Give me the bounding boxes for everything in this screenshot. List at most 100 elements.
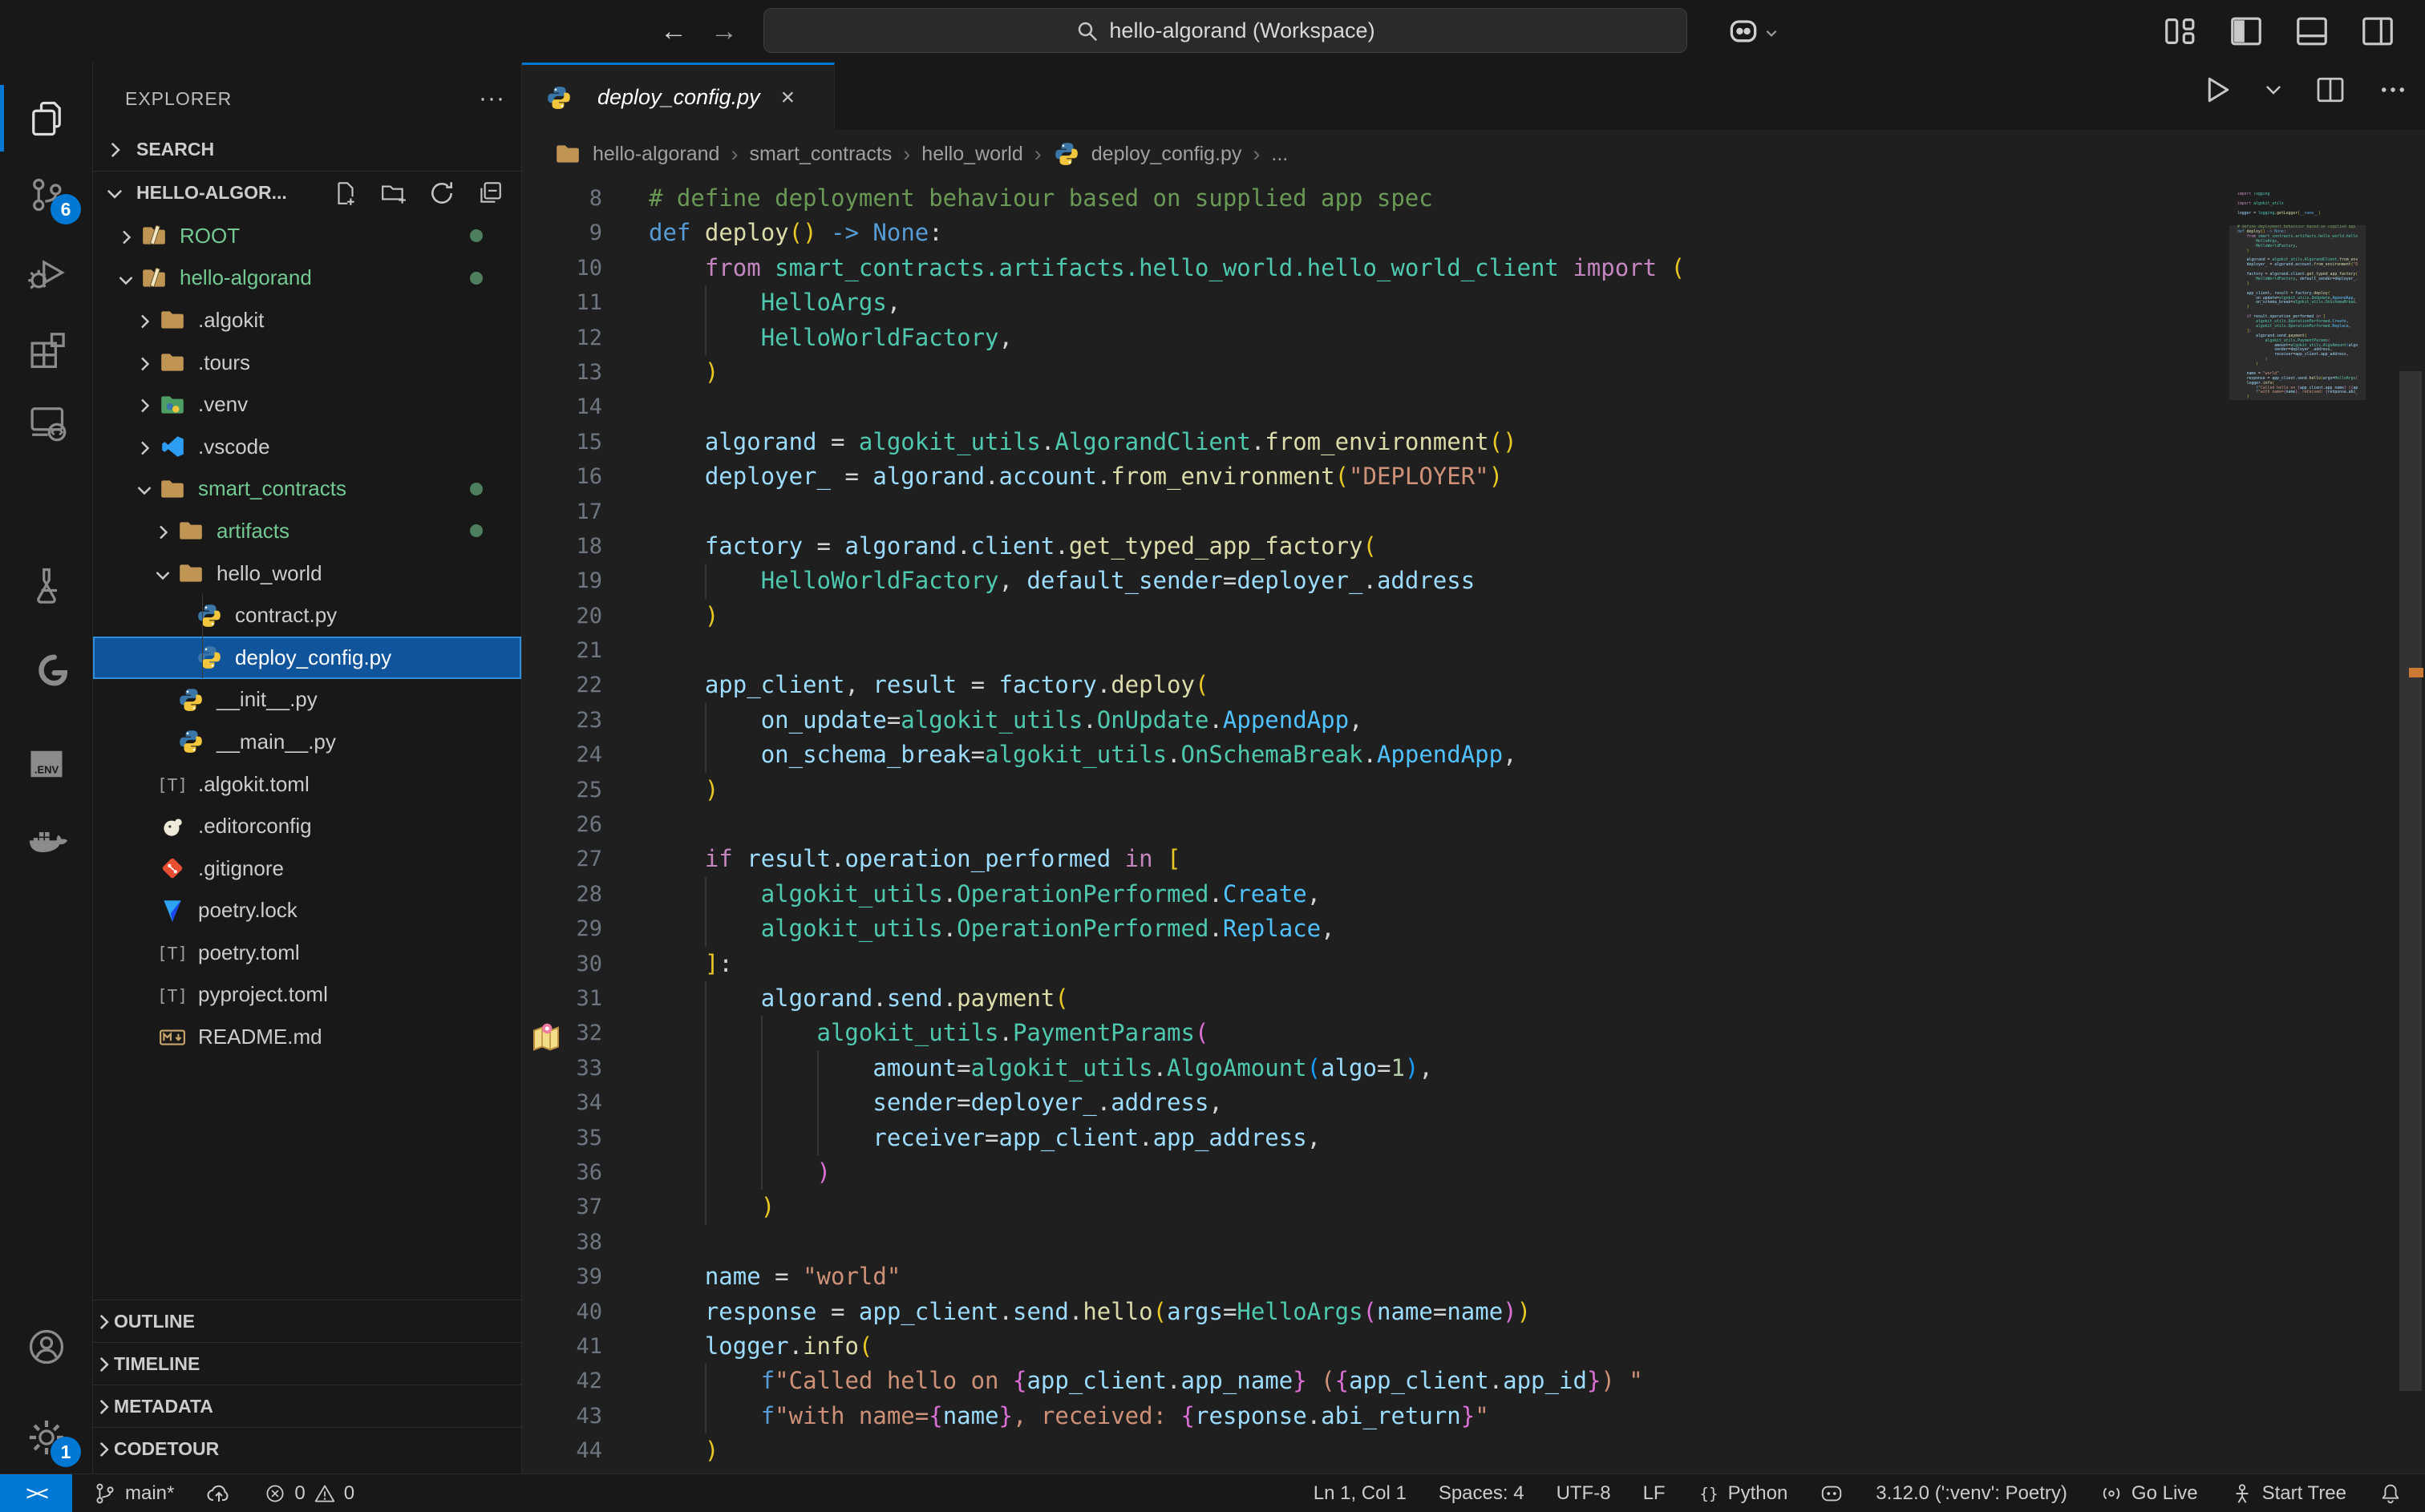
code-line-27[interactable]: 27 if result.operation_performed in [ [522, 842, 2230, 876]
line-number[interactable]: 18 [522, 529, 602, 564]
line-number[interactable]: 41 [522, 1329, 602, 1364]
customize-layout[interactable] [2162, 13, 2199, 54]
code-line-21[interactable]: 21 [522, 633, 2230, 668]
activity-docker[interactable] [0, 803, 92, 879]
tree-item--editorconfig[interactable]: .editorconfig [93, 805, 521, 847]
tree-item-root[interactable]: ROOT [93, 215, 521, 257]
tree-item-readme-md[interactable]: README.md [93, 1016, 521, 1058]
code-line-32[interactable]: 32 algokit_utils.PaymentParams( [522, 1016, 2230, 1050]
tree-item--gitignore[interactable]: .gitignore [93, 847, 521, 890]
line-number[interactable]: 38 [522, 1225, 602, 1259]
line-number[interactable]: 30 [522, 947, 602, 981]
code-line-43[interactable]: 43 f"with name={name}, received: {respon… [522, 1399, 2230, 1433]
code-line-13[interactable]: 13 ) [522, 355, 2230, 390]
activity-run-debug[interactable] [0, 234, 92, 310]
line-number[interactable]: 31 [522, 981, 602, 1016]
activity-source-control[interactable]: 6 [0, 156, 92, 232]
close-icon[interactable]: × [781, 84, 796, 111]
line-number[interactable]: 27 [522, 842, 602, 876]
code-line-37[interactable]: 37 ) [522, 1190, 2230, 1224]
status-git-branch[interactable]: main* [93, 1482, 174, 1506]
code-line-42[interactable]: 42 f"Called hello on {app_client.app_nam… [522, 1364, 2230, 1398]
section-timeline[interactable]: TIMELINE [93, 1342, 521, 1385]
section-metadata[interactable]: METADATA [93, 1385, 521, 1428]
tree-item-hello-algorand[interactable]: hello-algorand [93, 257, 521, 300]
status-python-interpreter[interactable]: 3.12.0 (':venv': Poetry) [1876, 1482, 2067, 1505]
status-publish-changes[interactable] [206, 1481, 232, 1506]
code-line-33[interactable]: 33 amount=algokit_utils.AlgoAmount(algo=… [522, 1051, 2230, 1085]
chevron-down-icon[interactable] [149, 561, 176, 586]
chevron-right-icon[interactable] [149, 519, 176, 544]
tree-item--vscode[interactable]: .vscode [93, 426, 521, 468]
code-line-22[interactable]: 22 app_client, result = factory.deploy( [522, 668, 2230, 702]
section-workspace[interactable]: HELLO-ALGOR... [93, 172, 521, 214]
code-line-36[interactable]: 36 ) [522, 1155, 2230, 1190]
code-line-23[interactable]: 23 on_update=algokit_utils.OnUpdate.Appe… [522, 703, 2230, 738]
toggle-panel[interactable] [2293, 13, 2330, 54]
line-number[interactable]: 14 [522, 390, 602, 424]
more-actions[interactable] [2377, 74, 2409, 106]
forward-button[interactable]: → [704, 11, 744, 51]
status-encoding[interactable]: UTF-8 [1557, 1482, 1611, 1505]
status-notifications[interactable] [2378, 1482, 2403, 1506]
tree-item-smart-contracts[interactable]: smart_contracts [93, 468, 521, 511]
code-line-29[interactable]: 29 algokit_utils.OperationPerformed.Repl… [522, 912, 2230, 946]
tree-item--venv[interactable]: .venv [93, 383, 521, 426]
status-problems[interactable]: 00 [264, 1482, 354, 1505]
line-number[interactable]: 29 [522, 912, 602, 946]
code-line-39[interactable]: 39 name = "world" [522, 1259, 2230, 1294]
line-number[interactable]: 15 [522, 425, 602, 459]
code-line-25[interactable]: 25 ) [522, 773, 2230, 807]
split-editor[interactable] [2314, 74, 2346, 106]
tree-item-hello-world[interactable]: hello_world [93, 552, 521, 595]
code-line-9[interactable]: 9def deploy() -> None: [522, 216, 2230, 250]
copilot-icon[interactable] [1726, 13, 1763, 50]
line-number[interactable]: 33 [522, 1051, 602, 1085]
back-button[interactable]: ← [654, 11, 694, 51]
line-number[interactable]: 20 [522, 599, 602, 633]
tree-item-poetry-lock[interactable]: poetry.lock [93, 890, 521, 932]
line-number[interactable]: 25 [522, 773, 602, 807]
toggle-secondary-sidebar[interactable] [2359, 13, 2396, 54]
status-start-tree[interactable]: Start Tree [2230, 1482, 2346, 1506]
chevron-right-icon[interactable] [131, 392, 158, 417]
code-line-18[interactable]: 18 factory = algorand.client.get_typed_a… [522, 529, 2230, 564]
tree-item--algokit-toml[interactable]: [T].algokit.toml [93, 763, 521, 806]
tree-item--tours[interactable]: .tours [93, 342, 521, 384]
activity-explorer[interactable] [0, 80, 92, 156]
code-line-14[interactable]: 14 [522, 390, 2230, 424]
line-number[interactable]: 22 [522, 668, 602, 702]
line-number[interactable]: 43 [522, 1399, 602, 1433]
status-eol[interactable]: LF [1643, 1482, 1666, 1505]
breadcrumb-item[interactable]: ... [1271, 143, 1288, 166]
tree-item-deploy-config-py[interactable]: deploy_config.py [93, 637, 521, 679]
line-number[interactable]: 11 [522, 285, 602, 320]
status-remote-indicator[interactable]: >< [0, 1474, 72, 1512]
tree-item-contract-py[interactable]: contract.py [93, 594, 521, 637]
code-line-44[interactable]: 44 ) [522, 1433, 2230, 1468]
new-folder-button[interactable] [380, 180, 407, 207]
chevron-right-icon[interactable] [131, 308, 158, 333]
sidebar-more-actions[interactable]: ··· [479, 85, 505, 112]
scrollbar-slider[interactable] [2399, 371, 2422, 1391]
chevron-down-icon[interactable] [112, 265, 140, 290]
tree-item-artifacts[interactable]: artifacts [93, 510, 521, 552]
breadcrumb-item[interactable]: hello_world [921, 143, 1022, 166]
line-number[interactable]: 36 [522, 1155, 602, 1190]
line-number[interactable]: 39 [522, 1259, 602, 1294]
line-number[interactable]: 8 [522, 181, 602, 216]
code-line-10[interactable]: 10 from smart_contracts.artifacts.hello_… [522, 251, 2230, 285]
collapse-all-button[interactable] [476, 180, 504, 207]
code-line-38[interactable]: 38 [522, 1225, 2230, 1259]
status-indentation[interactable]: Spaces: 4 [1439, 1482, 1524, 1505]
chevron-right-icon[interactable] [131, 350, 158, 375]
line-number[interactable]: 35 [522, 1121, 602, 1155]
activity-testing[interactable] [0, 547, 92, 623]
codetour-marker-icon[interactable] [530, 1018, 562, 1050]
new-file-button[interactable] [332, 180, 359, 207]
code-line-40[interactable]: 40 response = app_client.send.hello(args… [522, 1295, 2230, 1329]
chevron-right-icon[interactable] [112, 224, 140, 249]
line-number[interactable]: 23 [522, 703, 602, 738]
code-line-11[interactable]: 11 HelloArgs, [522, 285, 2230, 320]
run-button[interactable] [2200, 74, 2233, 106]
